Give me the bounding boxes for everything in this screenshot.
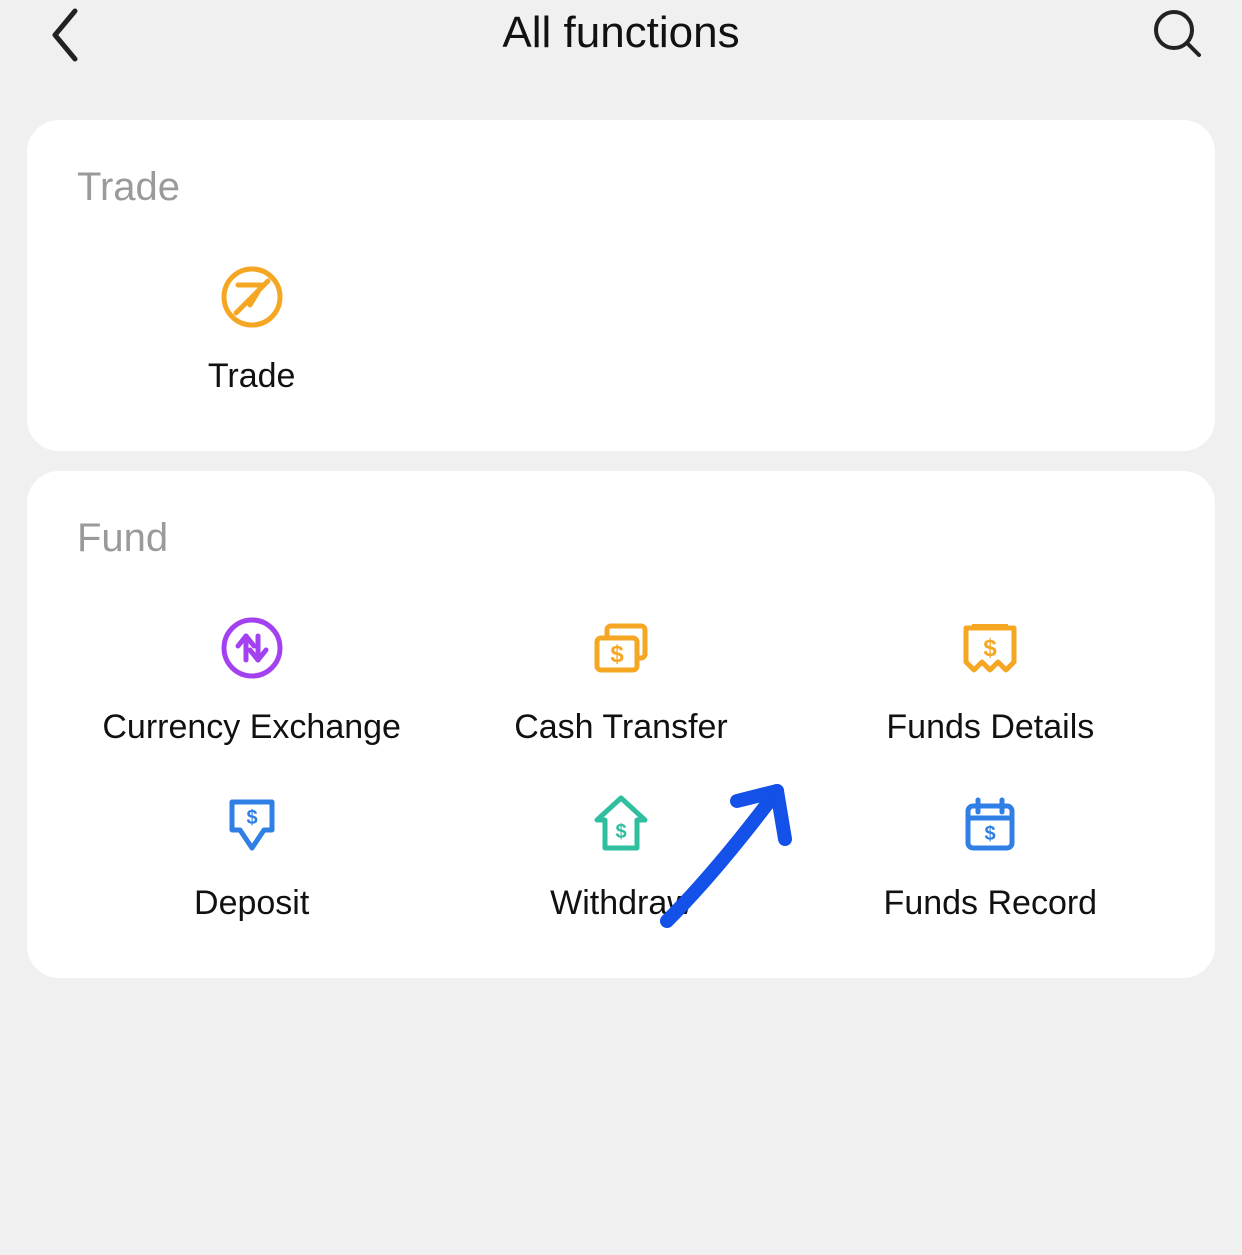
svg-text:$: $ <box>615 821 626 843</box>
tile-trade-label: Trade <box>208 357 296 396</box>
tile-withdraw-label: Withdraw <box>550 884 692 923</box>
tile-deposit[interactable]: $ Deposit <box>77 792 426 923</box>
section-trade: Trade Trade <box>27 120 1215 451</box>
tile-funds-details[interactable]: $ Funds Details <box>816 616 1165 747</box>
svg-text:$: $ <box>246 807 257 829</box>
tile-trade[interactable]: Trade <box>77 265 426 396</box>
header: All functions <box>0 0 1242 120</box>
tile-funds-record-label: Funds Record <box>884 884 1098 923</box>
tile-funds-details-label: Funds Details <box>886 708 1094 747</box>
section-fund-title: Fund <box>77 516 1165 561</box>
withdraw-icon: $ <box>589 792 653 856</box>
tile-cash-transfer[interactable]: $ Cash Transfer <box>446 616 795 747</box>
section-trade-title: Trade <box>77 165 1165 210</box>
svg-text:$: $ <box>984 635 998 662</box>
tile-withdraw[interactable]: $ Withdraw <box>446 792 795 923</box>
tile-currency-exchange[interactable]: Currency Exchange <box>77 616 426 747</box>
deposit-icon: $ <box>220 792 284 856</box>
section-fund: Fund Currency Exchange $ <box>27 471 1215 978</box>
trade-icon <box>220 265 284 329</box>
funds-record-icon: $ <box>958 792 1022 856</box>
page-title: All functions <box>502 8 739 58</box>
funds-details-icon: $ <box>958 616 1022 680</box>
tile-currency-exchange-label: Currency Exchange <box>102 708 401 747</box>
search-icon[interactable] <box>1152 8 1202 58</box>
cash-transfer-icon: $ <box>589 616 653 680</box>
back-icon[interactable] <box>45 5 85 65</box>
tile-funds-record[interactable]: $ Funds Record <box>816 792 1165 923</box>
tile-deposit-label: Deposit <box>194 884 309 923</box>
svg-text:$: $ <box>985 823 996 845</box>
currency-exchange-icon <box>220 616 284 680</box>
tile-cash-transfer-label: Cash Transfer <box>514 708 728 747</box>
svg-text:$: $ <box>610 641 624 668</box>
